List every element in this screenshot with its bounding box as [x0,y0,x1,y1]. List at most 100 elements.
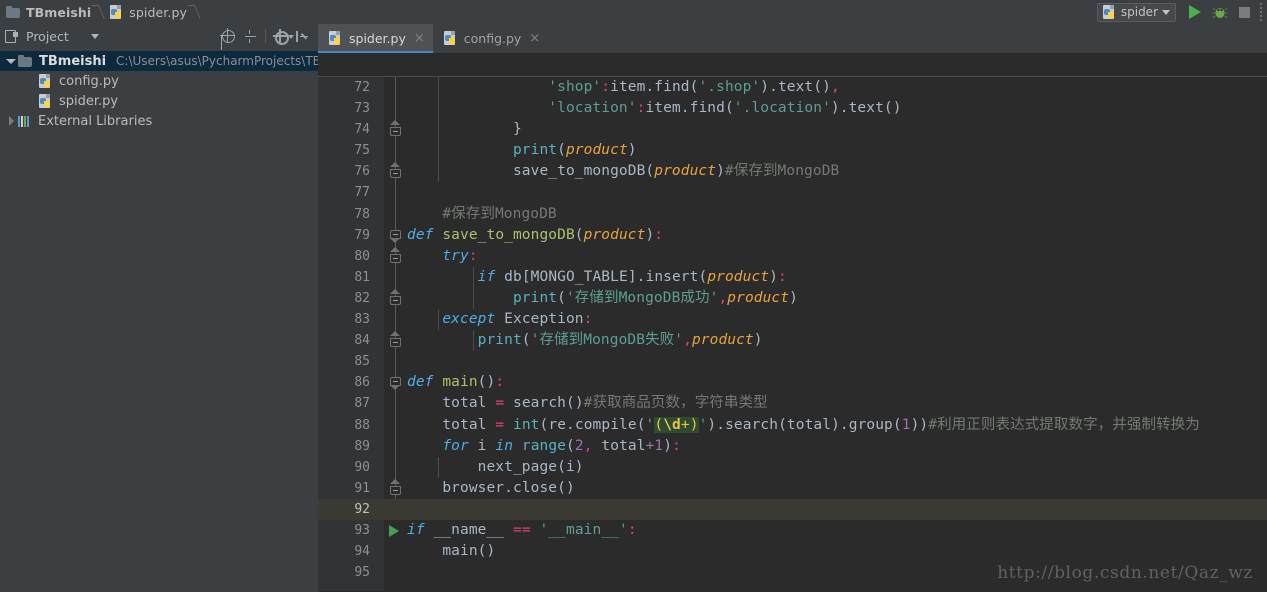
code-text: browser.close() [442,479,575,496]
code-line[interactable]: 88 total = int(re.compile('(\d+)').searc… [318,415,1267,436]
watermark-text: http://blog.csdn.net/Qaz_wz [997,563,1253,583]
tree-item-spider-py[interactable]: spider.py [0,91,318,111]
run-button[interactable] [1182,0,1207,24]
locate-icon[interactable] [220,27,236,44]
tab-config-py[interactable]: config.py × [433,24,548,53]
expand-arrow-icon[interactable] [4,116,18,126]
code-line[interactable]: 84 print('存储到MongoDB失败',product) [318,330,1267,352]
code-line[interactable]: 90 next_page(i) [318,456,1267,478]
breadcrumb-separator-icon [93,0,103,24]
tree-item-project-root[interactable]: TBmeishi C:\Users\asus\PycharmProjects\T… [0,51,318,71]
project-panel-toolbar [220,27,318,45]
tree-item-label: External Libraries [38,113,153,129]
tab-label: spider.py [349,31,406,46]
fold-end-icon[interactable] [390,162,401,179]
run-configuration-label: spider [1120,5,1158,19]
stop-button[interactable] [1232,0,1257,24]
run-toolbar: spider [1096,0,1267,24]
editor-area: spider.py × config.py × 72 'shop':item.f… [318,24,1267,592]
code-line[interactable]: 92 [318,498,1267,520]
run-gutter-icon[interactable] [389,524,399,537]
code-text: main() [442,543,496,560]
line-number: 83 [354,312,370,328]
code-line[interactable]: 76 save_to_mongoDB(product)#保存到MongoDB [318,161,1267,183]
breadcrumb-label: TBmeishi [26,4,92,20]
top-breadcrumb-bar: TBmeishi spider.py spider [0,0,1267,24]
code-line[interactable]: 86 def main(): [318,372,1267,393]
code-editor[interactable]: 72 'shop':item.find('.shop').text(), 73 '… [318,77,1267,591]
line-number: 75 [354,143,370,159]
python-file-icon [443,31,458,46]
code-text: for i in range(2, total+1): [442,437,681,454]
run-configuration-selector[interactable]: spider [1096,2,1176,22]
line-number: 90 [354,459,370,475]
code-line[interactable]: 79 def save_to_mongoDB(product): [318,225,1267,246]
project-tree: TBmeishi C:\Users\asus\PycharmProjects\T… [0,48,318,131]
fold-expanded-icon[interactable] [390,377,401,391]
close-icon[interactable]: × [529,32,540,45]
code-line[interactable]: 72 'shop':item.find('.shop').text(), [318,77,1267,99]
line-number: 92 [354,501,370,517]
code-line[interactable]: 81 if db[MONGO_TABLE].insert(product): [318,266,1267,288]
breadcrumb-item-project[interactable]: TBmeishi [0,0,93,24]
line-number: 95 [354,565,370,581]
fold-expanded-icon[interactable] [390,229,401,243]
hide-panel-icon[interactable] [295,29,310,44]
fold-end-icon[interactable] [390,331,401,348]
stop-icon [1239,6,1250,18]
code-line[interactable]: 91 browser.close() [318,478,1267,499]
line-number: 87 [354,396,370,412]
tree-item-config-py[interactable]: config.py [0,71,318,91]
code-line[interactable]: 93 if __name__ == '__main__': [318,520,1267,541]
expand-arrow-icon[interactable] [4,58,18,64]
line-number: 88 [354,417,370,433]
code-text: 'location':item.find('.location').text() [548,100,902,117]
tree-item-external-libraries[interactable]: External Libraries [0,111,318,131]
python-file-icon [328,31,343,46]
fold-end-icon[interactable] [390,478,401,495]
code-text: except Exception: [442,311,593,328]
tab-spider-py[interactable]: spider.py × [318,24,433,53]
project-select-icon[interactable] [4,29,20,43]
debug-button[interactable] [1207,0,1232,24]
line-number: 76 [354,164,370,180]
tree-item-label: spider.py [59,93,119,109]
code-line[interactable]: 78 #保存到MongoDB [318,204,1267,225]
code-text: print(product) [512,142,637,159]
line-number: 86 [354,375,370,391]
settings-gear-icon[interactable] [273,28,294,45]
folder-icon [18,54,33,68]
code-text: if __name__ == '__main__': [407,521,637,538]
code-line[interactable]: 75 print(product) [318,140,1267,162]
code-line[interactable]: 83 except Exception: [318,309,1267,331]
project-panel-title: Project [26,28,69,44]
line-number: 91 [354,480,370,496]
code-line[interactable]: 94 main() [318,541,1267,562]
chevron-down-icon[interactable] [90,33,99,39]
line-number: 93 [354,522,370,538]
close-icon[interactable]: × [414,32,425,45]
code-text: try: [442,247,478,264]
fold-end-icon[interactable] [390,288,401,305]
line-number: 82 [354,290,370,306]
line-number: 79 [354,227,370,243]
code-text: #保存到MongoDB [442,205,557,222]
python-file-icon [1102,4,1117,20]
breadcrumb-separator-icon [189,0,199,24]
breadcrumb-item-file[interactable]: spider.py [103,0,189,24]
code-line[interactable]: 89 for i in range(2, total+1): [318,436,1267,457]
code-line[interactable]: 80 try: [318,246,1267,267]
pycharm-window: TBmeishi spider.py spider Project TBmeis… [0,0,1267,592]
fold-end-icon[interactable] [390,246,401,263]
fold-end-icon[interactable] [390,120,401,137]
tree-item-label: config.py [59,73,119,89]
code-line[interactable]: 73 'location':item.find('.location').tex… [318,98,1267,120]
code-line[interactable]: 82 print('存储到MongoDB成功',product) [318,287,1267,310]
code-line[interactable]: 85 [318,351,1267,372]
code-line[interactable]: 77 [318,182,1267,203]
collapse-all-icon[interactable] [243,29,258,44]
code-line[interactable]: 87 total = search()#获取商品页数，字符串类型 [318,393,1267,414]
tree-item-label: TBmeishi [39,53,107,69]
toolbar-overflow-icon[interactable] [1257,0,1265,24]
code-line[interactable]: 74 } [318,119,1267,141]
